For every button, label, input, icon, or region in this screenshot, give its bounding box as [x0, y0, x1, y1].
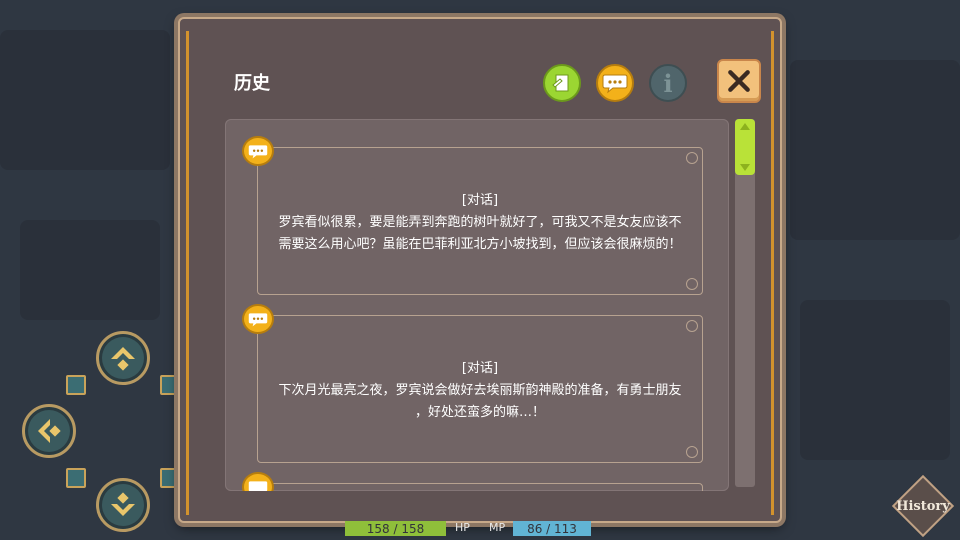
ornament	[686, 446, 698, 458]
list-item: [对话] 下次月光最亮之夜，罗宾说会做好去埃丽斯韵神殿的准备，有勇士朋友 ，好处…	[242, 304, 703, 463]
list-item	[242, 472, 703, 491]
mp-label: MP	[489, 521, 506, 534]
chevron-up-icon	[111, 347, 135, 371]
entry-line: 罗宾看似很累，要是能弄到奔跑的树叶就好了，可我又不是女友应该不	[278, 215, 682, 230]
history-dialog: 历史 i [对话] 罗宾看似很累，要是能弄到奔跑的树叶就好了，可我又不是女友应该…	[178, 17, 782, 523]
mp-value: 86 / 113	[527, 521, 577, 536]
hp-value: 158 / 158	[366, 521, 425, 536]
chat-bubble-icon	[242, 472, 274, 491]
background-rock	[800, 300, 950, 460]
close-button[interactable]	[717, 59, 761, 103]
history-list[interactable]: [对话] 罗宾看似很累，要是能弄到奔跑的树叶就好了，可我又不是女友应该不 需要这…	[225, 119, 729, 491]
dpad-diagonal-down-left[interactable]	[66, 468, 86, 488]
dialog-title: 历史	[234, 73, 270, 94]
background-rock	[20, 220, 160, 320]
entry-text: [对话] 罗宾看似很累，要是能弄到奔跑的树叶就好了，可我又不是女友应该不 需要这…	[258, 190, 702, 256]
dpad-diagonal-up-left[interactable]	[66, 375, 86, 395]
entry-line: 需要这么用心吧？虽能在巴菲利亚北方小坡找到，但应该会很麻烦的！	[278, 237, 682, 252]
entry-line: ，好处还蛮多的嘛…！	[414, 405, 545, 420]
info-filter-button[interactable]: i	[649, 64, 687, 102]
dpad-diagonal-down-right[interactable]	[160, 468, 180, 488]
chevron-down-icon	[111, 492, 135, 516]
log-filter-button[interactable]	[543, 64, 581, 102]
chat-bubble-icon	[242, 136, 274, 166]
hp-label: HP	[455, 521, 470, 534]
entry-tag: [对话]	[461, 361, 499, 376]
hp-bar: 158 / 158	[345, 521, 446, 536]
entry-text: [对话] 下次月光最亮之夜，罗宾说会做好去埃丽斯韵神殿的准备，有勇士朋友 ，好处…	[258, 358, 702, 424]
entry-line: 下次月光最亮之夜，罗宾说会做好去埃丽斯韵神殿的准备，有勇士朋友	[278, 383, 682, 398]
triangle-up-icon	[740, 123, 750, 130]
list-item: [对话] 罗宾看似很累，要是能弄到奔跑的树叶就好了，可我又不是女友应该不 需要这…	[242, 136, 703, 295]
history-button[interactable]: History	[891, 474, 955, 538]
scrollbar[interactable]	[735, 119, 755, 487]
chevron-left-icon	[38, 419, 61, 443]
triangle-down-icon	[740, 164, 750, 171]
dpad-down-button[interactable]	[96, 478, 150, 532]
history-label: History	[896, 498, 950, 514]
dpad-left-button[interactable]	[22, 404, 76, 458]
ornament	[686, 152, 698, 164]
entry-tag: [对话]	[461, 193, 499, 208]
ornament	[686, 320, 698, 332]
scroll-thumb[interactable]	[735, 119, 755, 175]
chat-bubble-icon	[242, 304, 274, 334]
log-icon	[552, 74, 569, 92]
close-icon	[728, 70, 750, 92]
background-rock	[0, 30, 170, 170]
info-icon: i	[663, 68, 673, 98]
ornament	[686, 278, 698, 290]
chat-filter-button[interactable]	[596, 64, 634, 102]
dpad-diagonal-up-right[interactable]	[160, 375, 180, 395]
dpad-up-button[interactable]	[96, 331, 150, 385]
background-rock	[790, 60, 960, 240]
chat-bubble-icon	[602, 74, 628, 94]
mp-bar: 86 / 113	[513, 521, 591, 536]
